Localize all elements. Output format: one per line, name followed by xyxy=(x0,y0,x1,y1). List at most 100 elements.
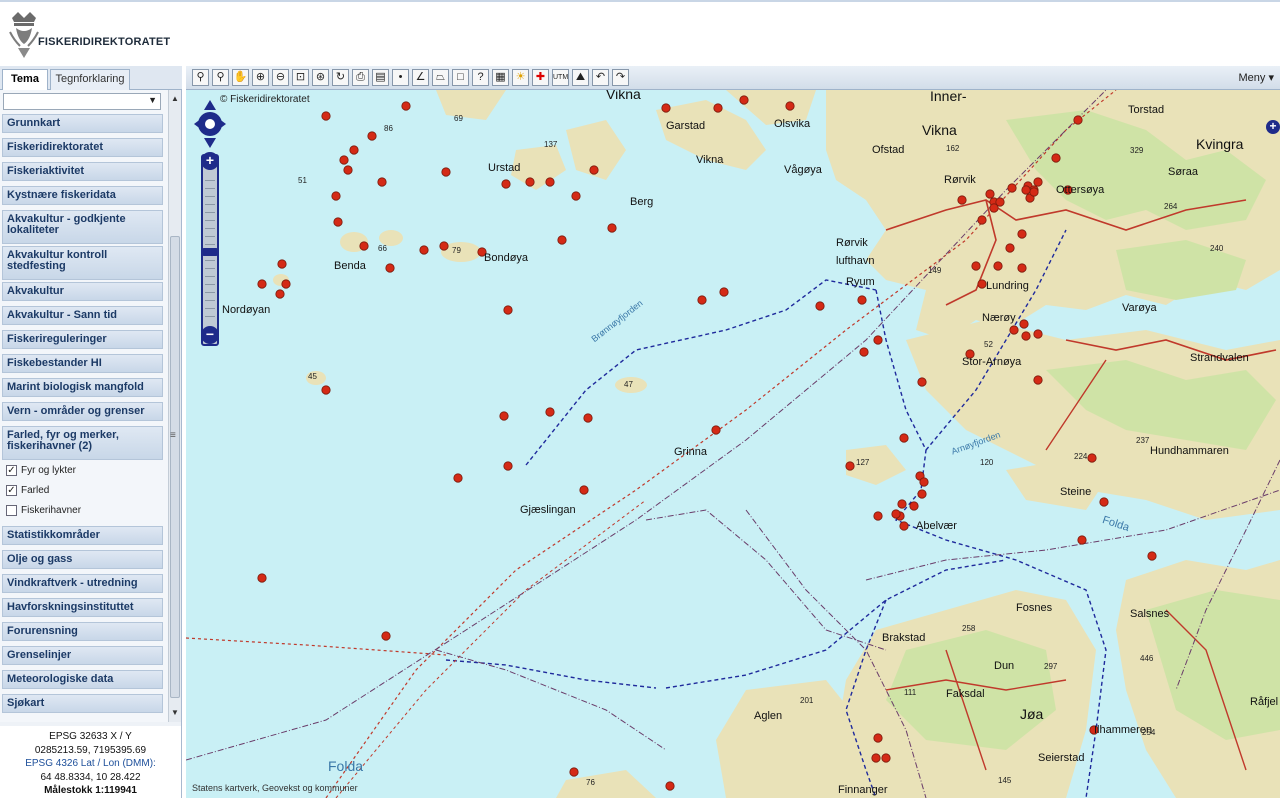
polygon-icon[interactable]: ⏢ xyxy=(432,69,449,86)
scroll-thumb[interactable] xyxy=(170,236,180,698)
lighthouse-marker[interactable] xyxy=(985,189,995,199)
lighthouse-marker[interactable] xyxy=(873,733,883,743)
tab-tegnforklaring[interactable]: Tegnforklaring xyxy=(50,69,130,90)
zoom-plus-icon[interactable]: + xyxy=(201,152,219,170)
category-grenselinjer[interactable]: Grenselinjer xyxy=(2,646,163,665)
lighthouse-marker[interactable] xyxy=(275,289,285,299)
lighthouse-marker[interactable] xyxy=(321,111,331,121)
lighthouse-marker[interactable] xyxy=(919,477,929,487)
lighthouse-marker[interactable] xyxy=(977,279,987,289)
menu-button[interactable]: Meny ▾ xyxy=(1239,71,1274,84)
lighthouse-marker[interactable] xyxy=(359,241,369,251)
utm-icon[interactable]: UTM xyxy=(552,69,569,86)
lighthouse-marker[interactable] xyxy=(917,489,927,499)
lighthouse-marker[interactable] xyxy=(579,485,589,495)
category-kystnaere-fiskeridata[interactable]: Kystnære fiskeridata xyxy=(2,186,163,205)
sublayer-fiskerihavner[interactable]: Fiskerihavner i xyxy=(6,504,81,520)
zoom-slider[interactable]: + − xyxy=(201,152,219,346)
lighthouse-marker[interactable] xyxy=(343,165,353,175)
scroll-up-icon[interactable]: ▲ xyxy=(171,94,179,103)
lighthouse-marker[interactable] xyxy=(815,301,825,311)
category-havforskning[interactable]: Havforskningsinstituttet xyxy=(2,598,163,617)
lighthouse-marker[interactable] xyxy=(1009,325,1019,335)
lighthouse-marker[interactable] xyxy=(381,631,391,641)
lighthouse-marker[interactable] xyxy=(993,261,1003,271)
category-akvakultur-kontroll[interactable]: Akvakultur kontroll stedfesting xyxy=(2,246,163,280)
lighthouse-marker[interactable] xyxy=(665,781,675,791)
expand-right-icon[interactable]: + xyxy=(1266,120,1280,134)
lighthouse-marker[interactable] xyxy=(545,407,555,417)
lighthouse-marker[interactable] xyxy=(873,511,883,521)
first-aid-icon[interactable]: ✚ xyxy=(532,69,549,86)
tab-tema[interactable]: Tema xyxy=(2,69,48,91)
category-fiskeridirektoratet[interactable]: Fiskeridirektoratet xyxy=(2,138,163,157)
category-fiskeriaktivitet[interactable]: Fiskeriaktivitet xyxy=(2,162,163,181)
category-vindkraftverk[interactable]: Vindkraftverk - utredning xyxy=(2,574,163,593)
lighthouse-marker[interactable] xyxy=(1019,319,1029,329)
lighthouse-marker[interactable] xyxy=(401,101,411,111)
lighthouse-marker[interactable] xyxy=(873,335,883,345)
category-marint-biologisk[interactable]: Marint biologisk mangfold xyxy=(2,378,163,397)
checkbox-unchecked[interactable] xyxy=(6,504,17,516)
lighthouse-marker[interactable] xyxy=(1051,153,1061,163)
checkbox-checked[interactable]: ✓ xyxy=(6,484,17,496)
binoculars-icon[interactable]: ⚲ xyxy=(192,69,209,86)
lighthouse-marker[interactable] xyxy=(1005,243,1015,253)
lighthouse-marker[interactable] xyxy=(917,377,927,387)
lighthouse-marker[interactable] xyxy=(571,191,581,201)
lighthouse-marker[interactable] xyxy=(503,305,513,315)
rectangle-icon[interactable]: □ xyxy=(452,69,469,86)
lighthouse-marker[interactable] xyxy=(499,411,509,421)
category-vern[interactable]: Vern - områder og grenser xyxy=(2,402,163,421)
lighthouse-marker[interactable] xyxy=(739,95,749,105)
lighthouse-marker[interactable] xyxy=(909,501,919,511)
lighthouse-marker[interactable] xyxy=(349,145,359,155)
lighthouse-marker[interactable] xyxy=(1073,115,1083,125)
lighthouse-marker[interactable] xyxy=(453,473,463,483)
lighthouse-marker[interactable] xyxy=(525,177,535,187)
lighthouse-marker[interactable] xyxy=(971,261,981,271)
lighthouse-marker[interactable] xyxy=(719,287,729,297)
lighthouse-marker[interactable] xyxy=(897,499,907,509)
category-olje-og-gass[interactable]: Olje og gass xyxy=(2,550,163,569)
map-canvas[interactable]: © Fiskeridirektoratet + − + Vikna Inner-… xyxy=(186,90,1280,798)
lighthouse-marker[interactable] xyxy=(1029,187,1039,197)
redo-icon[interactable]: ↷ xyxy=(612,69,629,86)
layer-scrollbar[interactable]: ▲ ▼ xyxy=(168,90,181,722)
zoom-in-icon[interactable]: ⊕ xyxy=(252,69,269,86)
lighthouse-marker[interactable] xyxy=(257,279,267,289)
lighthouse-marker[interactable] xyxy=(277,259,287,269)
identify-icon[interactable]: ? xyxy=(472,69,489,86)
point-icon[interactable]: • xyxy=(392,69,409,86)
lighthouse-marker[interactable] xyxy=(845,461,855,471)
lighthouse-marker[interactable] xyxy=(1017,229,1027,239)
lighthouse-marker[interactable] xyxy=(281,279,291,289)
lighthouse-marker[interactable] xyxy=(785,101,795,111)
category-meteorologiske[interactable]: Meteorologiske data xyxy=(2,670,163,689)
lighthouse-marker[interactable] xyxy=(859,347,869,357)
lighthouse-marker[interactable] xyxy=(367,131,377,141)
lighthouse-marker[interactable] xyxy=(385,263,395,273)
lighthouse-marker[interactable] xyxy=(977,215,987,225)
hand-pan-icon[interactable]: ✋ xyxy=(232,69,249,86)
zoom-box-icon[interactable]: ⊡ xyxy=(292,69,309,86)
lighthouse-marker[interactable] xyxy=(501,179,511,189)
lighthouse-marker[interactable] xyxy=(589,165,599,175)
lighthouse-marker[interactable] xyxy=(377,177,387,187)
lighthouse-marker[interactable] xyxy=(557,235,567,245)
category-statistikkomrader[interactable]: Statistikkområder xyxy=(2,526,163,545)
category-farled[interactable]: Farled, fyr og merker, fiskerihavner (2) xyxy=(2,426,163,460)
lighthouse-marker[interactable] xyxy=(1021,331,1031,341)
category-forurensning[interactable]: Forurensning xyxy=(2,622,163,641)
pan-control[interactable] xyxy=(194,98,226,148)
lighthouse-marker[interactable] xyxy=(1033,177,1043,187)
lighthouse-marker[interactable] xyxy=(713,103,723,113)
sublayer-farled[interactable]: ✓Farled i xyxy=(6,484,49,500)
lighthouse-marker[interactable] xyxy=(661,103,671,113)
lighthouse-marker[interactable] xyxy=(1087,453,1097,463)
zoom-handle[interactable] xyxy=(202,248,218,256)
legend-icon[interactable]: ▦ xyxy=(492,69,509,86)
category-akvakultur[interactable]: Akvakultur xyxy=(2,282,163,301)
lighthouse-marker[interactable] xyxy=(1017,263,1027,273)
scroll-down-icon[interactable]: ▼ xyxy=(171,708,179,717)
